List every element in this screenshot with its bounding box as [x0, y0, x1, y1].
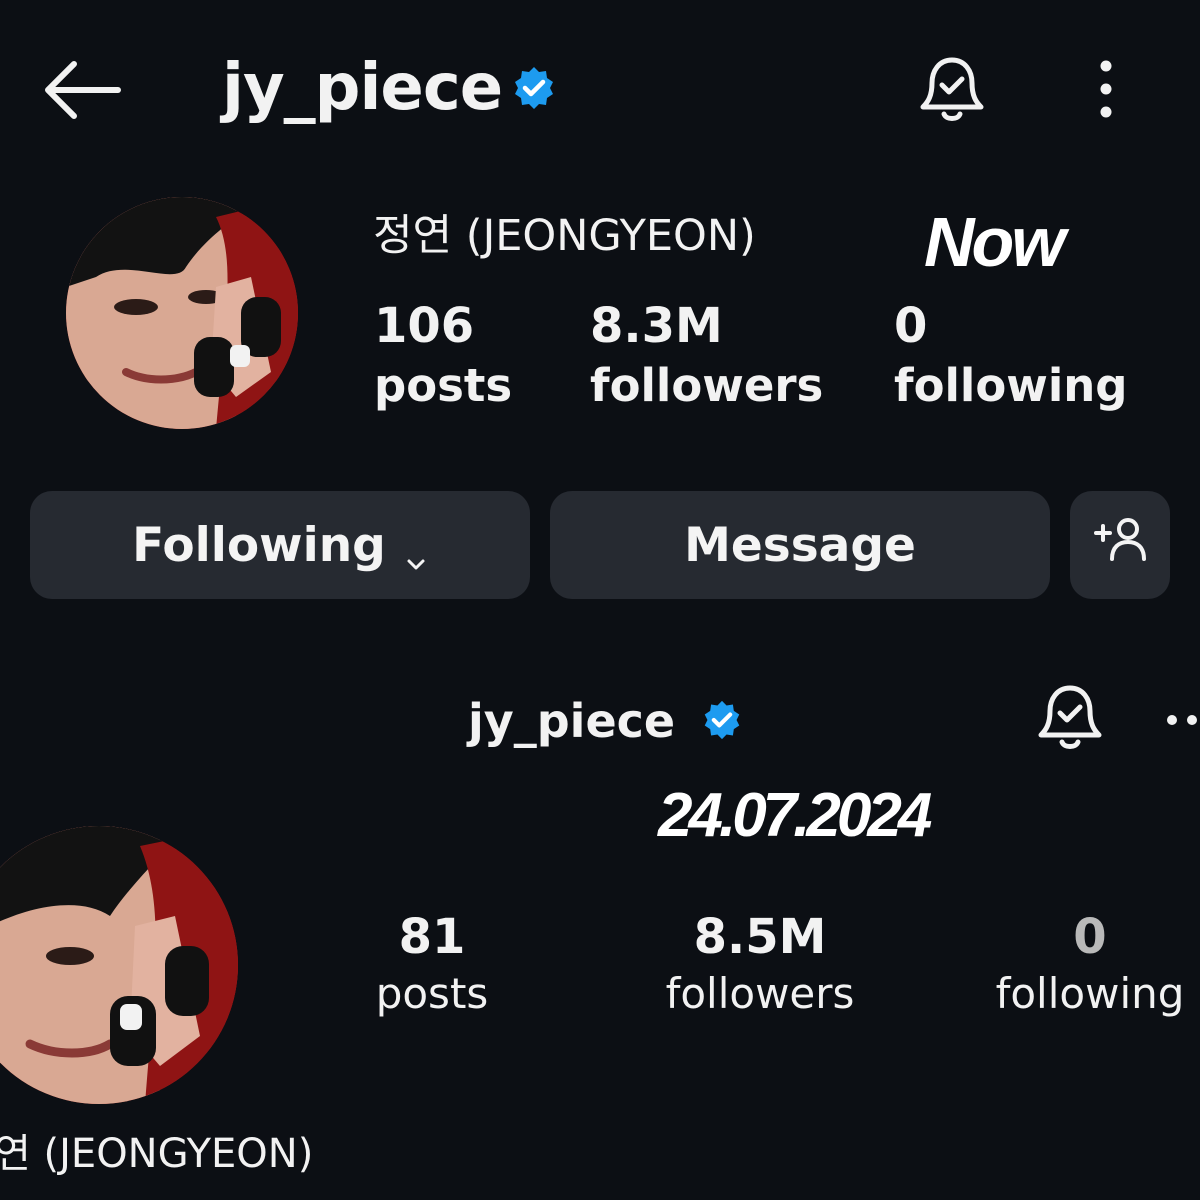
more-vertical-icon[interactable]: [1086, 56, 1126, 126]
following-button-label: Following: [132, 517, 386, 573]
old-stat-followers[interactable]: 8.5M followers: [650, 908, 870, 1022]
notification-bell-icon[interactable]: [916, 54, 988, 126]
old-stat-following[interactable]: 0 following: [990, 908, 1190, 1022]
stat-posts-label: posts: [374, 359, 513, 412]
profile-display-name: 정연 (JEONGYEON): [373, 211, 756, 261]
old-stat-followers-count: 8.5M: [693, 909, 827, 965]
profile-username: jy_piece: [222, 51, 503, 125]
old-stat-posts[interactable]: 81 posts: [332, 908, 532, 1022]
add-user-button[interactable]: [1070, 491, 1170, 599]
old-stat-following-label: following: [995, 969, 1185, 1018]
stat-followers-label: followers: [590, 359, 824, 412]
overlay-date-label: 24.07.2024: [658, 781, 932, 850]
stat-followers[interactable]: 8.3M followers: [590, 296, 823, 416]
stat-followers-count: 8.3M: [590, 298, 723, 354]
notification-bell-icon[interactable]: [1034, 682, 1106, 754]
old-profile-username: jy_piece: [468, 694, 676, 748]
more-horizontal-icon[interactable]: [1160, 700, 1200, 740]
verified-badge-icon: [702, 700, 742, 740]
old-stat-posts-label: posts: [375, 969, 489, 1018]
stat-following-label: following: [894, 359, 1128, 412]
chevron-down-icon: [404, 533, 428, 570]
stat-posts[interactable]: 106 posts: [374, 296, 512, 416]
stat-following[interactable]: 0 following: [894, 296, 1128, 416]
back-arrow-icon[interactable]: [40, 58, 122, 122]
add-user-icon: [1092, 515, 1148, 575]
old-stat-followers-label: followers: [665, 969, 855, 1018]
old-profile-display-name: 연 (JEONGYEON): [0, 1131, 314, 1177]
stat-posts-count: 106: [374, 298, 475, 354]
profile-avatar[interactable]: [66, 197, 298, 429]
overlay-now-label: Now: [924, 203, 1066, 281]
following-button[interactable]: Following: [30, 491, 530, 599]
stat-following-count: 0: [894, 298, 928, 354]
old-profile-avatar[interactable]: [0, 826, 238, 1104]
message-button-label: Message: [684, 517, 916, 573]
old-stat-posts-count: 81: [398, 909, 466, 965]
message-button[interactable]: Message: [550, 491, 1050, 599]
verified-badge-icon: [512, 66, 556, 110]
old-stat-following-count: 0: [1073, 909, 1107, 965]
